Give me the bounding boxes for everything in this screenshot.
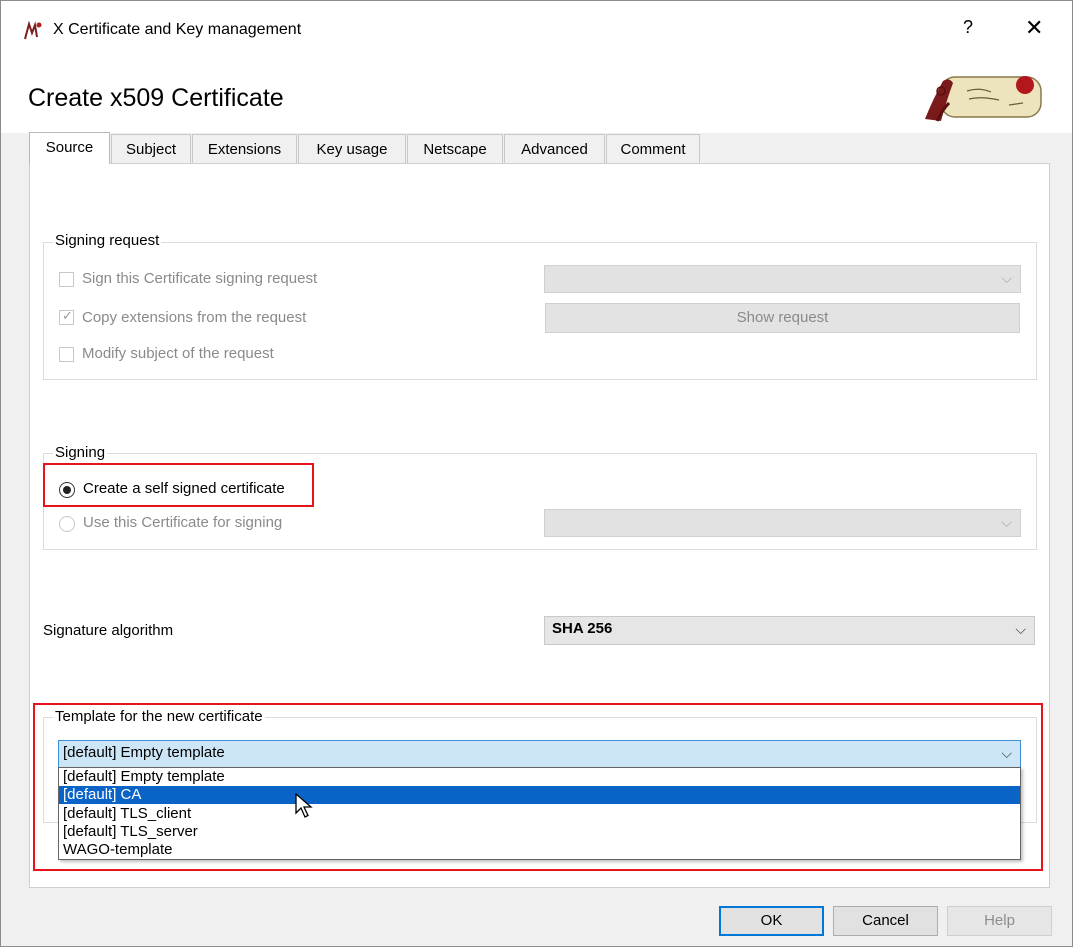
signing-group-label: Signing: [53, 444, 108, 461]
highlight-template: [33, 703, 1043, 871]
tab-subject[interactable]: Subject: [111, 134, 191, 163]
tab-comment[interactable]: Comment: [606, 134, 700, 163]
tab-extensions[interactable]: Extensions: [192, 134, 297, 163]
sign-csr-checkbox[interactable]: [59, 272, 74, 287]
close-button[interactable]: ✕: [1025, 15, 1043, 41]
help-title-button[interactable]: ?: [963, 17, 973, 38]
use-cert-label: Use this Certificate for signing: [83, 514, 283, 531]
highlight-self-signed: [43, 463, 314, 507]
chevron-down-icon: ⌵: [1001, 270, 1012, 286]
window-title: X Certificate and Key management: [53, 21, 302, 38]
modify-subject-label: Modify subject of the request: [82, 345, 274, 362]
checkmark-icon: ✓: [62, 308, 73, 323]
help-button[interactable]: Help: [947, 906, 1052, 936]
certificate-scroll-logo: [925, 76, 1042, 122]
signature-algorithm-select[interactable]: SHA 256 ⌵: [544, 616, 1035, 645]
signature-algorithm-value: SHA 256: [552, 620, 613, 637]
modify-subject-checkbox[interactable]: [59, 347, 74, 362]
tab-label: Key usage: [316, 141, 388, 158]
signing-cert-select[interactable]: ⌵: [544, 509, 1021, 537]
signing-request-group-label: Signing request: [53, 232, 162, 249]
sign-csr-label: Sign this Certificate signing request: [82, 270, 318, 287]
cancel-button[interactable]: Cancel: [833, 906, 938, 936]
tab-advanced[interactable]: Advanced: [504, 134, 605, 163]
dialog-window: X Certificate and Key management ? ✕ Cre…: [0, 0, 1073, 947]
tab-source[interactable]: Source: [29, 132, 110, 164]
copy-extensions-checkbox[interactable]: ✓: [59, 308, 74, 325]
signature-algorithm-label: Signature algorithm: [43, 622, 174, 639]
use-cert-radio[interactable]: [59, 516, 75, 532]
copy-extensions-label: Copy extensions from the request: [82, 309, 307, 326]
tab-label: Source: [45, 139, 94, 156]
chevron-down-icon: ⌵: [1015, 621, 1026, 637]
tab-label: Comment: [620, 141, 686, 158]
chevron-down-icon: ⌵: [1001, 514, 1012, 530]
dialog-title: Create x509 Certificate: [28, 84, 284, 112]
tab-label: Netscape: [423, 141, 487, 158]
tab-label: Advanced: [521, 141, 588, 158]
title-bar: X Certificate and Key management ? ✕: [1, 1, 1072, 61]
tab-label: Extensions: [207, 141, 282, 158]
show-request-button[interactable]: Show request: [545, 303, 1020, 333]
ok-button[interactable]: OK: [719, 906, 824, 936]
tab-netscape[interactable]: Netscape: [407, 134, 503, 163]
tab-key-usage[interactable]: Key usage: [298, 134, 406, 163]
xca-app-icon: [24, 21, 42, 40]
tab-label: Subject: [125, 141, 177, 158]
request-select[interactable]: ⌵: [544, 265, 1021, 293]
